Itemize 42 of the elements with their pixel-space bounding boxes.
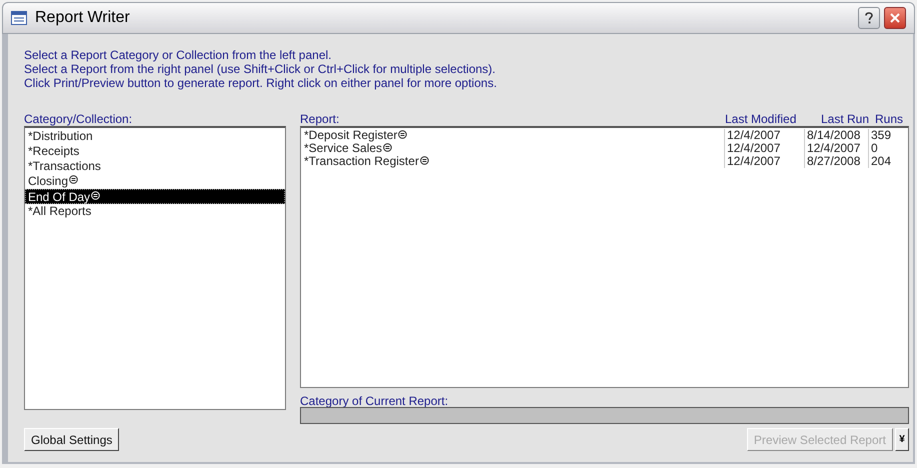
report-name[interactable]: *Deposit Register (301, 129, 724, 142)
column-header[interactable]: Report: (300, 110, 725, 126)
close-button[interactable] (884, 7, 906, 29)
column-header[interactable]: Last Run (805, 110, 873, 126)
table-cell: 8/14/2008 (804, 129, 868, 142)
report-name[interactable]: *Service Sales (301, 142, 724, 155)
flag-icon (420, 156, 429, 165)
category-item[interactable]: *Receipts (25, 144, 285, 159)
window-icon (11, 11, 27, 25)
instruction-text: Select a Report from the right panel (use Shift+Click or Ctrl+Click for multiple selections). (24, 62, 497, 76)
column-header[interactable]: Runs (873, 110, 909, 126)
category-item[interactable]: *All Reports (25, 204, 285, 219)
table-cell: 12/4/2007 (724, 129, 804, 142)
global-settings-button[interactable]: Global Settings (24, 428, 120, 451)
table-cell: 12/4/2007 (724, 142, 804, 155)
category-item[interactable]: End Of Day (25, 189, 285, 204)
flag-icon (91, 191, 100, 200)
column-header[interactable]: Last Modified (725, 110, 805, 126)
table-cell: 359 (868, 129, 908, 142)
report-name[interactable]: *Transaction Register (301, 155, 724, 168)
flag-icon (383, 143, 392, 152)
table-cell: 12/4/2007 (804, 142, 868, 155)
category-item[interactable]: Closing (25, 174, 285, 189)
category-item[interactable]: *Distribution (25, 129, 285, 144)
instruction-text: Select a Report Category or Collection from the left panel. (24, 48, 332, 62)
dropdown-button[interactable]: ¥ (895, 428, 909, 451)
table-cell: 8/27/2008 (804, 155, 868, 168)
category-list[interactable]: *Distribution *Receipts *Transactions Closing End Of Day *All Reports (24, 126, 286, 410)
instruction-text: Click Print/Preview button to generate report. Right click on either panel for more options. (24, 76, 498, 90)
category-label: Category/Collection: (24, 111, 134, 126)
category-item[interactable]: *Transactions (25, 159, 285, 174)
close-icon (889, 12, 901, 24)
flag-icon (398, 130, 408, 139)
help-button[interactable] (858, 7, 880, 29)
table-cell: 204 (868, 155, 908, 168)
report-list[interactable]: *Deposit Register 12/4/2007 8/14/2008 359 *Service Sales 12/4/2007 12/4/2007 0 *Transaction Register 12/4/2007 8/27/2008 204 (300, 126, 909, 388)
table-cell: 12/4/2007 (724, 155, 804, 168)
current-category-label: Category of Current Report: (300, 393, 450, 407)
table-cell: 0 (868, 142, 908, 155)
flag-icon (69, 175, 78, 184)
help-icon (865, 12, 873, 24)
window-title: Report Writer (35, 8, 130, 28)
